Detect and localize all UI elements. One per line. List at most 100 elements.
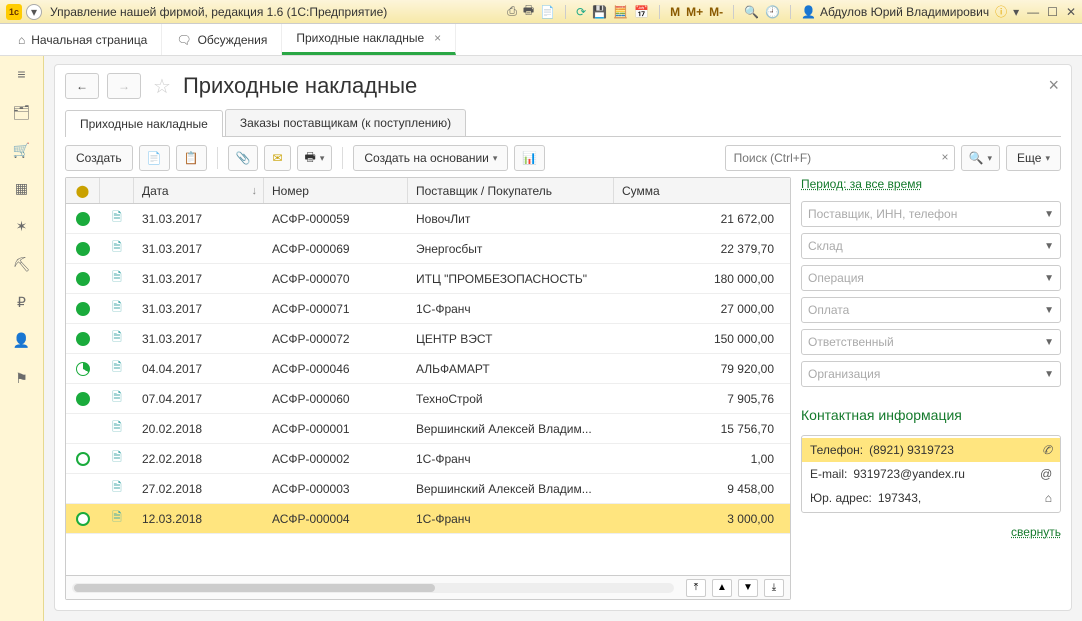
- money-icon[interactable]: ₽: [12, 292, 32, 312]
- contact-value: (8921) 9319723: [869, 443, 954, 457]
- create-button[interactable]: Создать: [65, 145, 133, 171]
- table-row[interactable]: 🗎31.03.2017АСФР-000072ЦЕНТР ВЭСТ150 000,…: [66, 324, 790, 354]
- post-button[interactable]: 📋: [176, 145, 207, 171]
- font-m[interactable]: M: [670, 5, 680, 19]
- minimize-button[interactable]: —: [1027, 5, 1039, 19]
- status-dot: [76, 422, 90, 436]
- subtab-orders[interactable]: Заказы поставщикам (к поступлению): [225, 109, 466, 136]
- email-button[interactable]: ✉: [264, 145, 290, 171]
- purchases-icon[interactable]: ▦: [12, 178, 32, 198]
- table-row[interactable]: 🗎31.03.2017АСФР-000069Энергосбыт22 379,7…: [66, 234, 790, 264]
- help-dropdown-icon[interactable]: ▾: [1013, 5, 1019, 19]
- report-button[interactable]: 📊: [514, 145, 545, 171]
- chevron-down-icon[interactable]: ▼: [1044, 337, 1054, 348]
- period-link[interactable]: Период: за все время: [801, 177, 1061, 191]
- contact-row[interactable]: E-mail: 9319723@yandex.ru@: [802, 462, 1060, 486]
- filter-combo[interactable]: Оплата▼: [801, 297, 1061, 323]
- col-status[interactable]: ⬤: [66, 178, 100, 203]
- filter-combo[interactable]: Организация▼: [801, 361, 1061, 387]
- contact-row[interactable]: Телефон: (8921) 9319723✆: [802, 438, 1060, 462]
- table-row[interactable]: 🗎31.03.2017АСФР-000059НовочЛит21 672,00: [66, 204, 790, 234]
- attach-button[interactable]: 📎: [228, 145, 259, 171]
- calendar-icon[interactable]: 📅: [634, 5, 649, 19]
- table-row[interactable]: 🗎12.03.2018АСФР-0000041С-Франч3 000,00: [66, 504, 790, 534]
- refresh-icon[interactable]: ⟳: [576, 5, 586, 19]
- scroll-bottom-button[interactable]: ⤓: [764, 579, 784, 597]
- table-row[interactable]: 🗎04.04.2017АСФР-000046АЛЬФАМАРТ79 920,00: [66, 354, 790, 384]
- col-date[interactable]: Дата: [134, 178, 264, 203]
- cell-amount: 7 905,76: [614, 384, 790, 413]
- collapse-link[interactable]: свернуть: [801, 525, 1061, 539]
- sales-icon[interactable]: 🛒: [12, 140, 32, 160]
- search-clear-icon[interactable]: ×: [942, 150, 949, 164]
- cell-date: 31.03.2017: [134, 204, 264, 233]
- col-supplier[interactable]: Поставщик / Покупатель: [408, 178, 614, 203]
- col-number[interactable]: Номер: [264, 178, 408, 203]
- maximize-button[interactable]: ☐: [1047, 5, 1058, 19]
- cell-docicon: 🗎: [100, 444, 134, 473]
- filter-combo[interactable]: Поставщик, ИНН, телефон▼: [801, 201, 1061, 227]
- tab-home[interactable]: ⌂ Начальная страница: [4, 24, 162, 55]
- save-icon[interactable]: 💾: [592, 5, 607, 19]
- close-window-button[interactable]: ✕: [1066, 5, 1076, 19]
- col-amount[interactable]: Сумма: [614, 178, 790, 203]
- copy-button[interactable]: 📄: [139, 145, 170, 171]
- scroll-top-button[interactable]: ⤒: [686, 579, 706, 597]
- h-scrollbar[interactable]: [72, 583, 674, 593]
- table-row[interactable]: 🗎31.03.2017АСФР-000070ИТЦ "ПРОМБЕЗОПАСНО…: [66, 264, 790, 294]
- chevron-down-icon[interactable]: ▼: [1044, 273, 1054, 284]
- tab-discussions[interactable]: 🗨 Обсуждения: [162, 24, 282, 55]
- filter-combo[interactable]: Ответственный▼: [801, 329, 1061, 355]
- chevron-down-icon[interactable]: ▼: [1044, 241, 1054, 252]
- history-icon[interactable]: 🕘: [765, 5, 780, 19]
- company-icon[interactable]: ⚑: [12, 368, 32, 388]
- section-sidebar: ≡ 🗂 🛒 ▦ ✶ ⛏ ₽ 👤 ⚑: [0, 56, 44, 621]
- status-dot: [76, 482, 90, 496]
- app-menu-dropdown[interactable]: ▾: [26, 4, 42, 20]
- cell-date: 12.03.2018: [134, 504, 264, 533]
- works-icon[interactable]: ✶: [12, 216, 32, 236]
- calculator-icon[interactable]: 🧮: [613, 5, 628, 19]
- contact-row[interactable]: Юр. адрес: 197343,⌂: [802, 486, 1060, 510]
- filter-combo[interactable]: Операция▼: [801, 265, 1061, 291]
- tab-invoices[interactable]: Приходные накладные ×: [282, 24, 456, 55]
- table-row[interactable]: 🗎07.04.2017АСФР-000060ТехноСтрой7 905,76: [66, 384, 790, 414]
- search-input[interactable]: [725, 145, 955, 171]
- table-row[interactable]: 🗎31.03.2017АСФР-0000711С-Франч27 000,00: [66, 294, 790, 324]
- chevron-down-icon[interactable]: ▼: [1044, 305, 1054, 316]
- chevron-down-icon[interactable]: ▼: [1044, 369, 1054, 380]
- chevron-down-icon[interactable]: ▼: [1044, 209, 1054, 220]
- tab-close-icon[interactable]: ×: [434, 31, 441, 45]
- scroll-down-button[interactable]: ▼: [738, 579, 758, 597]
- current-user[interactable]: 👤 Абдулов Юрий Владимирович: [801, 5, 989, 19]
- help-icon[interactable]: ⓘ: [995, 3, 1007, 20]
- search-button[interactable]: 🔍 ▾: [961, 145, 1000, 171]
- contact-icon: ✆: [1042, 443, 1052, 457]
- col-doc[interactable]: [100, 178, 134, 203]
- font-m-minus[interactable]: M-: [709, 5, 723, 19]
- table-row[interactable]: 🗎22.02.2018АСФР-0000021С-Франч1,00: [66, 444, 790, 474]
- create-basis-button[interactable]: Создать на основании ▾: [353, 145, 508, 171]
- print-button[interactable]: 🖶 ▾: [297, 145, 333, 171]
- nav-back-button[interactable]: ←: [65, 73, 99, 99]
- production-icon[interactable]: ⛏: [12, 254, 32, 274]
- zoom-icon[interactable]: 🔍: [744, 5, 759, 19]
- table-row[interactable]: 🗎27.02.2018АСФР-000003Вершинский Алексей…: [66, 474, 790, 504]
- menu-icon[interactable]: ≡: [12, 64, 32, 84]
- print-preview-icon[interactable]: ⎙: [507, 4, 517, 19]
- cell-number: АСФР-000060: [264, 384, 408, 413]
- print-icon[interactable]: 🖶: [523, 1, 534, 22]
- filter-combo[interactable]: Склад▼: [801, 233, 1061, 259]
- status-dot: [76, 212, 90, 226]
- crm-icon[interactable]: 🗂: [12, 102, 32, 122]
- document-icon[interactable]: 📄: [540, 5, 555, 19]
- scroll-up-button[interactable]: ▲: [712, 579, 732, 597]
- subtab-invoices[interactable]: Приходные накладные: [65, 110, 223, 137]
- personnel-icon[interactable]: 👤: [12, 330, 32, 350]
- more-button[interactable]: Еще ▾: [1006, 145, 1061, 171]
- panel-close-icon[interactable]: ×: [1048, 75, 1059, 96]
- favorite-star-icon[interactable]: ☆: [153, 74, 171, 99]
- table-row[interactable]: 🗎20.02.2018АСФР-000001Вершинский Алексей…: [66, 414, 790, 444]
- font-m-plus[interactable]: M+: [686, 5, 703, 19]
- nav-forward-button[interactable]: →: [107, 73, 141, 99]
